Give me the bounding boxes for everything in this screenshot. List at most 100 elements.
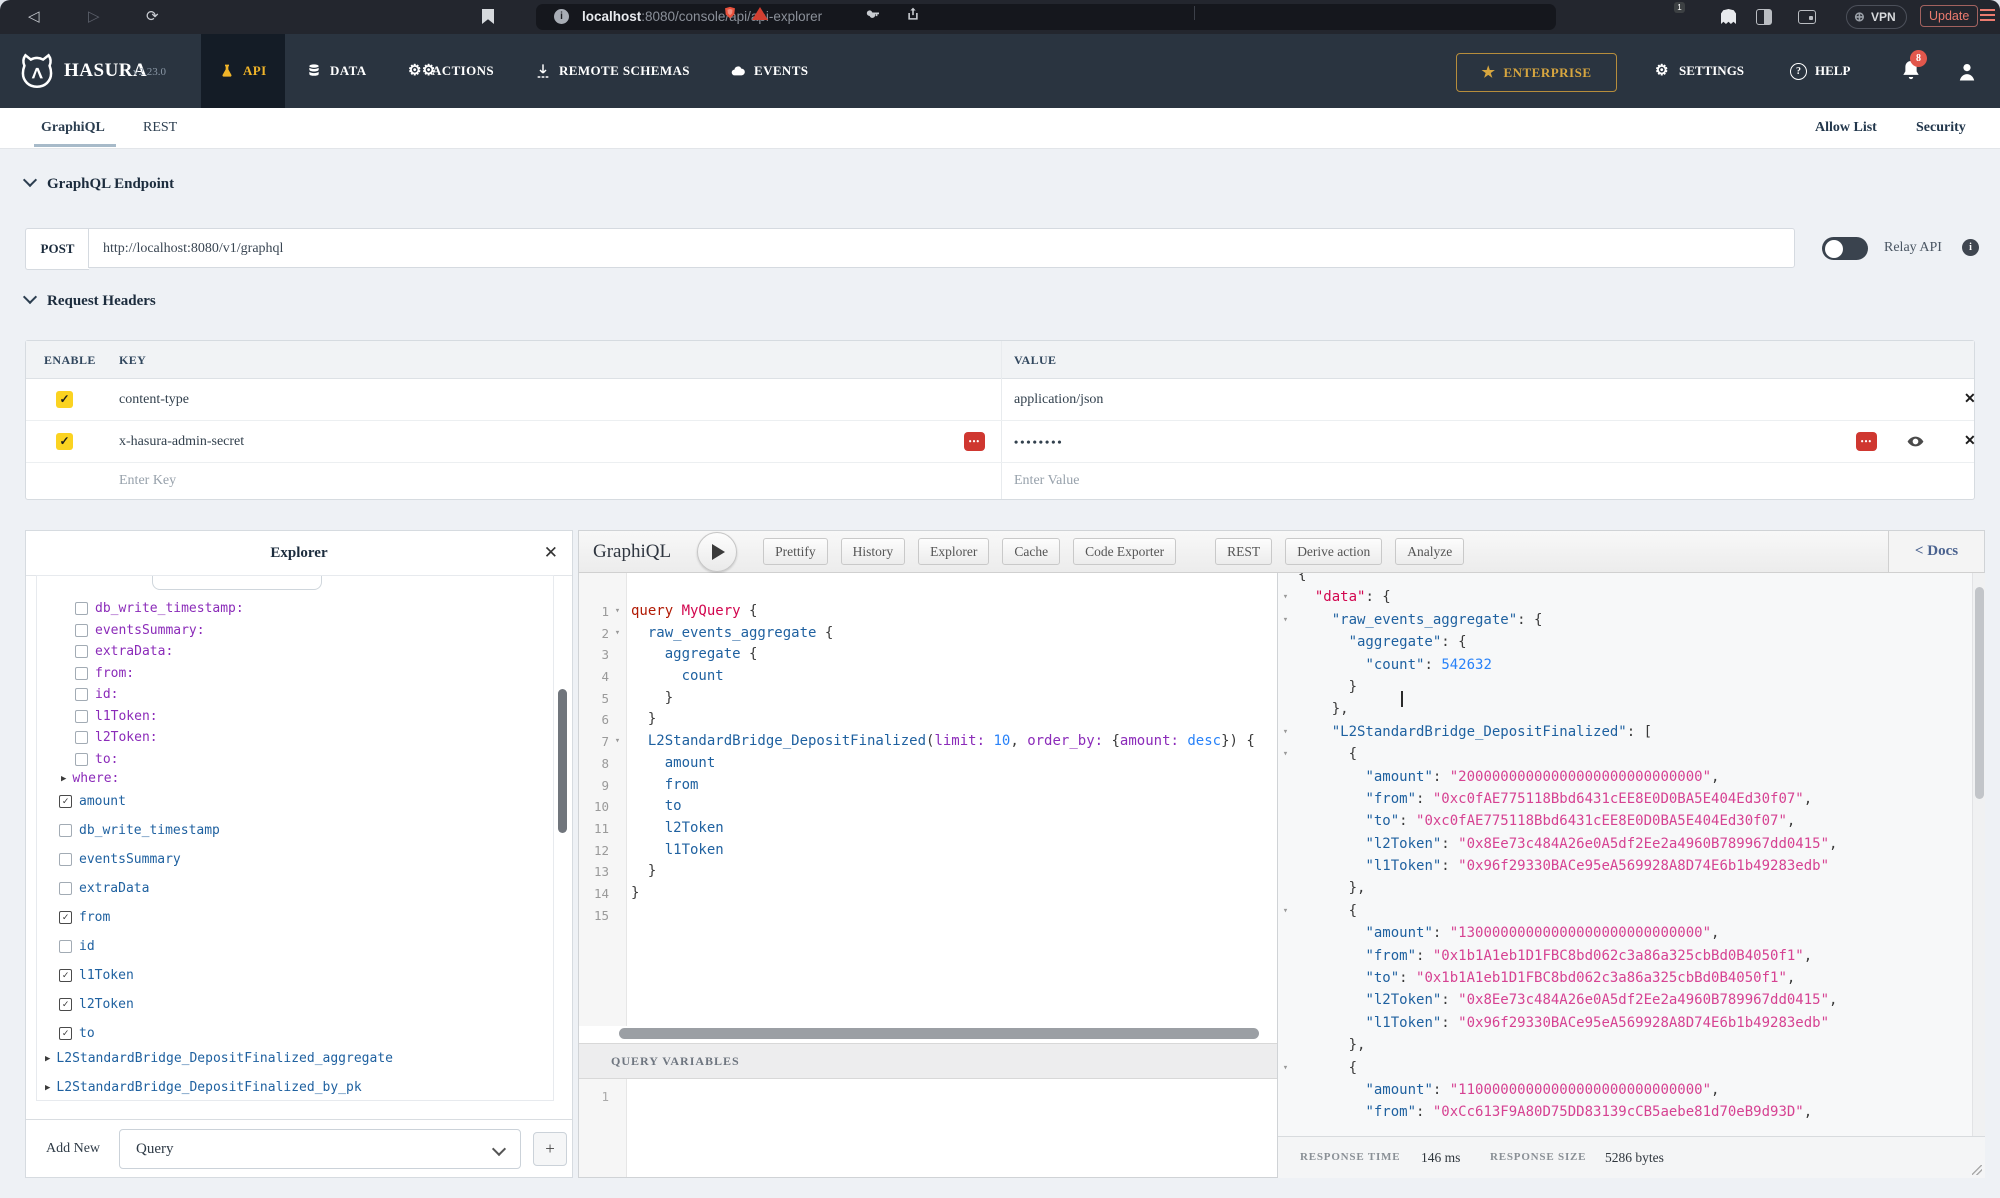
- rest-button[interactable]: REST: [1215, 538, 1272, 565]
- field-item[interactable]: ✓l1Token: [59, 961, 554, 990]
- nav-item-actions[interactable]: ⚙⚙ ACTIONS: [390, 34, 512, 108]
- derive-action-button[interactable]: Derive action: [1285, 538, 1382, 565]
- field-checkbox[interactable]: [59, 882, 72, 895]
- fold-icon[interactable]: ▾: [609, 601, 626, 623]
- arg-item[interactable]: db_write_timestamp:: [75, 598, 554, 620]
- back-icon[interactable]: ◁: [28, 6, 40, 28]
- nav-item-data[interactable]: DATA: [288, 34, 385, 108]
- branch-item[interactable]: ▶L2StandardBridge_DepositFinalized_aggre…: [45, 1044, 554, 1073]
- field-checkbox[interactable]: [75, 688, 88, 701]
- resize-handle-icon[interactable]: [1972, 1165, 1982, 1175]
- field-item[interactable]: db_write_timestamp: [59, 816, 554, 845]
- fold-icon[interactable]: ▾: [609, 731, 626, 753]
- arg-item[interactable]: id:: [75, 684, 554, 706]
- fold-icon[interactable]: ▾: [1278, 609, 1293, 631]
- response-scrollbar-thumb[interactable]: [1975, 587, 1984, 799]
- reload-icon[interactable]: ⟳: [146, 6, 159, 28]
- tab-graphiql[interactable]: GraphiQL: [41, 108, 105, 147]
- arg-item[interactable]: extraData:: [75, 641, 554, 663]
- query-editor[interactable]: 1▾query MyQuery {2▾ raw_events_aggregate…: [579, 573, 1277, 1026]
- enable-checkbox[interactable]: ✓: [56, 391, 73, 408]
- field-item[interactable]: ✓amount: [59, 787, 554, 816]
- security-link[interactable]: Security: [1916, 108, 1966, 147]
- field-checkbox[interactable]: [75, 753, 88, 766]
- info-icon[interactable]: i: [1962, 239, 1979, 256]
- explorer-field-tree[interactable]: db_write_timestamp:eventsSummary:extraDa…: [36, 575, 554, 1101]
- header-value[interactable]: application/json: [1014, 379, 1103, 421]
- enterprise-button[interactable]: ★ ENTERPRISE: [1456, 53, 1617, 92]
- nav-item-events[interactable]: EVENTS: [712, 34, 826, 108]
- add-query-button[interactable]: +: [533, 1132, 567, 1166]
- new-value-input[interactable]: Enter Value: [1014, 463, 1079, 499]
- branch-item[interactable]: ▶L2StandardBridge_DepositFinalized_by_pk: [45, 1073, 554, 1101]
- forward-icon[interactable]: ▷: [88, 6, 100, 28]
- arg-item[interactable]: eventsSummary:: [75, 620, 554, 642]
- field-checkbox[interactable]: [75, 645, 88, 658]
- extension-halftone-icon[interactable]: [1756, 9, 1772, 25]
- explorer-scrollbar[interactable]: [558, 689, 567, 833]
- field-item[interactable]: ✓from: [59, 903, 554, 932]
- arg-item[interactable]: to:: [75, 749, 554, 771]
- field-item[interactable]: ✓l2Token: [59, 990, 554, 1019]
- fold-icon[interactable]: ▾: [1278, 900, 1293, 922]
- tab-rest[interactable]: REST: [143, 108, 177, 147]
- hasura-logo[interactable]: [16, 50, 58, 92]
- docs-button[interactable]: < Docs: [1888, 531, 1984, 572]
- site-info-icon[interactable]: i: [554, 9, 569, 24]
- arg-item[interactable]: l2Token:: [75, 727, 554, 749]
- field-checkbox[interactable]: [75, 602, 88, 615]
- cache-button[interactable]: Cache: [1002, 538, 1060, 565]
- where-branch[interactable]: ▶ where:: [61, 768, 554, 789]
- field-checkbox[interactable]: ✓: [59, 911, 72, 924]
- key-icon[interactable]: [865, 6, 881, 22]
- remove-row-icon[interactable]: ✕: [1964, 379, 1976, 421]
- add-type-select[interactable]: Query: [119, 1129, 521, 1169]
- arg-item[interactable]: from:: [75, 663, 554, 685]
- code-exporter-button[interactable]: Code Exporter: [1073, 538, 1176, 565]
- shield-icon[interactable]: [722, 5, 738, 21]
- field-item[interactable]: extraData: [59, 874, 554, 903]
- arg-item[interactable]: l1Token:: [75, 706, 554, 728]
- password-manager-icon[interactable]: •••: [964, 432, 985, 451]
- remove-row-icon[interactable]: ✕: [1964, 421, 1976, 463]
- execute-query-button[interactable]: [697, 532, 737, 572]
- field-checkbox[interactable]: [75, 710, 88, 723]
- close-icon[interactable]: ✕: [544, 531, 558, 575]
- reveal-eye-icon[interactable]: [1906, 432, 1925, 451]
- address-bar[interactable]: i localhost:8080/console/api/api-explore…: [536, 4, 1556, 30]
- fold-icon[interactable]: ▾: [1278, 586, 1293, 608]
- field-checkbox[interactable]: [59, 824, 72, 837]
- explorer-button[interactable]: Explorer: [918, 538, 989, 565]
- field-checkbox[interactable]: [59, 940, 72, 953]
- fold-icon[interactable]: ▾: [1278, 721, 1293, 743]
- extension-wallet-icon[interactable]: [1798, 10, 1816, 24]
- header-key[interactable]: x-hasura-admin-secret: [119, 421, 244, 463]
- vpn-button[interactable]: VPN: [1846, 5, 1907, 29]
- field-item[interactable]: eventsSummary: [59, 845, 554, 874]
- horizontal-scrollbar[interactable]: [619, 1028, 1259, 1039]
- nav-item-api[interactable]: API: [201, 34, 285, 108]
- field-item[interactable]: id: [59, 932, 554, 961]
- update-button[interactable]: Update: [1920, 5, 1978, 27]
- header-value-masked[interactable]: ••••••••: [1014, 421, 1064, 463]
- allow-list-link[interactable]: Allow List: [1815, 108, 1877, 147]
- request-headers-section-header[interactable]: Request Headers: [25, 293, 156, 310]
- header-key[interactable]: content-type: [119, 379, 189, 421]
- query-variables-editor[interactable]: 1: [579, 1079, 1277, 1177]
- field-checkbox[interactable]: ✓: [59, 969, 72, 982]
- new-key-input[interactable]: Enter Key: [119, 463, 176, 499]
- enable-checkbox[interactable]: ✓: [56, 433, 73, 450]
- field-checkbox[interactable]: ✓: [59, 1027, 72, 1040]
- field-checkbox[interactable]: [75, 667, 88, 680]
- fold-icon[interactable]: ▾: [609, 623, 626, 645]
- field-checkbox[interactable]: ✓: [59, 795, 72, 808]
- help-button[interactable]: ? HELP: [1790, 34, 1850, 108]
- relay-api-toggle[interactable]: [1822, 237, 1868, 260]
- bookmark-icon[interactable]: [482, 9, 494, 24]
- field-checkbox[interactable]: [59, 853, 72, 866]
- warning-triangle-icon[interactable]: [752, 7, 768, 20]
- extension-ghost-icon[interactable]: [1721, 9, 1736, 24]
- fold-icon[interactable]: ▾: [1278, 743, 1293, 765]
- fold-icon[interactable]: ▾: [1278, 1057, 1293, 1079]
- prettify-button[interactable]: Prettify: [763, 538, 828, 565]
